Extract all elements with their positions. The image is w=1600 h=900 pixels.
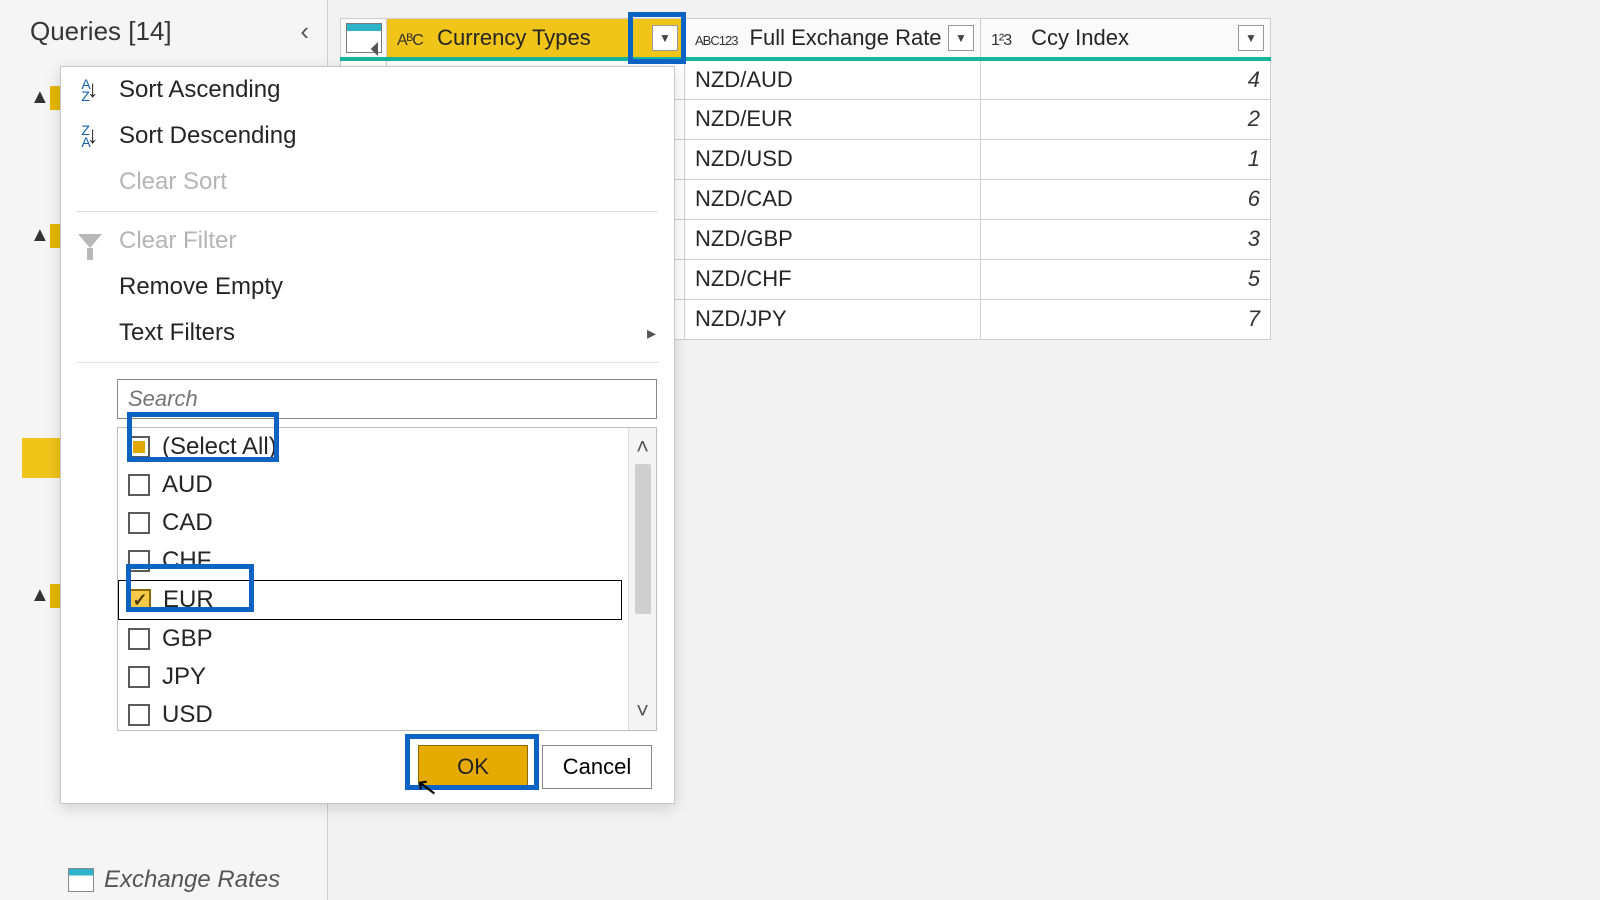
filter-value-item[interactable]: GBP xyxy=(118,620,628,658)
filter-icon xyxy=(75,226,105,256)
filter-value-label: GBP xyxy=(162,625,213,653)
type-number-icon: 1²3 xyxy=(991,32,1019,50)
tree-expand-icon[interactable]: ▲ xyxy=(30,224,50,247)
filter-value-label: (Select All) xyxy=(162,433,277,461)
clear-sort: Clear Sort xyxy=(61,159,674,205)
filter-values-box: (Select All) AUD CAD CHF EUR GBP JPY USD ˄ ˅ xyxy=(117,427,657,731)
menu-separator xyxy=(77,211,658,212)
cell-full-exchange-rate[interactable]: NZD/USD xyxy=(685,139,981,179)
checkbox[interactable] xyxy=(128,474,150,496)
menu-label: Text Filters xyxy=(119,319,235,347)
table-icon xyxy=(68,868,94,892)
cell-full-exchange-rate[interactable]: NZD/AUD xyxy=(685,59,981,99)
mouse-cursor-icon: ↖ xyxy=(414,771,440,805)
cell-ccy-index[interactable]: 3 xyxy=(981,219,1271,259)
tree-expand-icon[interactable]: ▲ xyxy=(30,584,50,607)
cell-full-exchange-rate[interactable]: NZD/JPY xyxy=(685,299,981,339)
cell-ccy-index[interactable]: 5 xyxy=(981,259,1271,299)
column-name: Full Exchange Rate xyxy=(750,25,942,50)
filter-value-label: CAD xyxy=(162,509,213,537)
checkbox[interactable] xyxy=(129,589,151,611)
column-filter-dropdown[interactable]: ▼ xyxy=(652,25,678,51)
selected-query-marker xyxy=(22,438,62,478)
table-icon xyxy=(346,23,382,53)
filter-value-item[interactable]: EUR xyxy=(118,580,622,620)
cell-full-exchange-rate[interactable]: NZD/CAD xyxy=(685,179,981,219)
tree-expand-icon[interactable]: ▲ xyxy=(30,86,50,109)
checkbox[interactable] xyxy=(128,436,150,458)
cancel-button[interactable]: Cancel xyxy=(542,745,652,789)
column-name: Ccy Index xyxy=(1031,25,1129,50)
sort-asc-icon: AZ↓ xyxy=(75,75,105,105)
sort-desc-icon: ZA↓ xyxy=(75,121,105,151)
filter-value-label: USD xyxy=(162,701,213,729)
sort-descending[interactable]: ZA↓ Sort Descending xyxy=(61,113,674,159)
filter-value-item[interactable]: (Select All) xyxy=(118,428,628,466)
filter-value-label: CHF xyxy=(162,547,211,575)
column-header-ccy-index[interactable]: 1²3 Ccy Index ▼ xyxy=(981,19,1271,60)
column-filter-popup: AZ↓ Sort Ascending ZA↓ Sort Descending C… xyxy=(60,66,675,804)
text-filters[interactable]: Text Filters ▸ xyxy=(61,310,674,356)
scroll-down-icon[interactable]: ˅ xyxy=(636,698,649,724)
filter-value-label: JPY xyxy=(162,663,206,691)
menu-label: Clear Filter xyxy=(119,227,236,255)
cell-full-exchange-rate[interactable]: NZD/CHF xyxy=(685,259,981,299)
query-item-exchange-rates[interactable]: Exchange Rates xyxy=(68,866,280,894)
filter-value-item[interactable]: USD xyxy=(118,696,628,730)
menu-label: Clear Sort xyxy=(119,168,227,196)
query-item-label: Exchange Rates xyxy=(104,866,280,894)
collapse-panel-icon[interactable]: ‹ xyxy=(300,16,309,47)
queries-title: Queries [14] xyxy=(30,16,172,47)
column-filter-dropdown[interactable]: ▼ xyxy=(1238,25,1264,51)
filter-search-input[interactable] xyxy=(117,379,657,419)
checkbox[interactable] xyxy=(128,550,150,572)
filter-value-item[interactable]: JPY xyxy=(118,658,628,696)
cell-ccy-index[interactable]: 4 xyxy=(981,59,1271,99)
sort-ascending[interactable]: AZ↓ Sort Ascending xyxy=(61,67,674,113)
cell-ccy-index[interactable]: 1 xyxy=(981,139,1271,179)
filter-value-label: EUR xyxy=(163,586,214,614)
clear-filter: Clear Filter xyxy=(61,218,674,264)
table-corner[interactable] xyxy=(341,19,387,60)
menu-label: Remove Empty xyxy=(119,273,283,301)
menu-separator xyxy=(77,362,658,363)
filter-value-label: AUD xyxy=(162,471,213,499)
cell-ccy-index[interactable]: 6 xyxy=(981,179,1271,219)
checkbox[interactable] xyxy=(128,704,150,726)
remove-empty[interactable]: Remove Empty xyxy=(61,264,674,310)
column-header-currency-types[interactable]: AᴮC Currency Types ▼ xyxy=(387,19,685,60)
column-header-full-exchange-rate[interactable]: ABC123 Full Exchange Rate ▼ xyxy=(685,19,981,60)
type-any-icon: ABC123 xyxy=(695,33,737,48)
scroll-up-icon[interactable]: ˄ xyxy=(636,434,649,460)
values-scrollbar[interactable]: ˄ ˅ xyxy=(628,428,656,730)
column-name: Currency Types xyxy=(437,25,591,50)
submenu-arrow-icon: ▸ xyxy=(647,323,656,344)
checkbox[interactable] xyxy=(128,512,150,534)
cell-full-exchange-rate[interactable]: NZD/GBP xyxy=(685,219,981,259)
filter-value-item[interactable]: CHF xyxy=(118,542,628,580)
scroll-thumb[interactable] xyxy=(635,464,651,614)
menu-label: Sort Descending xyxy=(119,122,296,150)
type-text-icon: AᴮC xyxy=(397,32,425,50)
filter-value-item[interactable]: CAD xyxy=(118,504,628,542)
checkbox[interactable] xyxy=(128,628,150,650)
menu-label: Sort Ascending xyxy=(119,76,280,104)
cell-ccy-index[interactable]: 2 xyxy=(981,99,1271,139)
cell-ccy-index[interactable]: 7 xyxy=(981,299,1271,339)
checkbox[interactable] xyxy=(128,666,150,688)
cell-full-exchange-rate[interactable]: NZD/EUR xyxy=(685,99,981,139)
filter-value-item[interactable]: AUD xyxy=(118,466,628,504)
column-filter-dropdown[interactable]: ▼ xyxy=(948,25,974,51)
